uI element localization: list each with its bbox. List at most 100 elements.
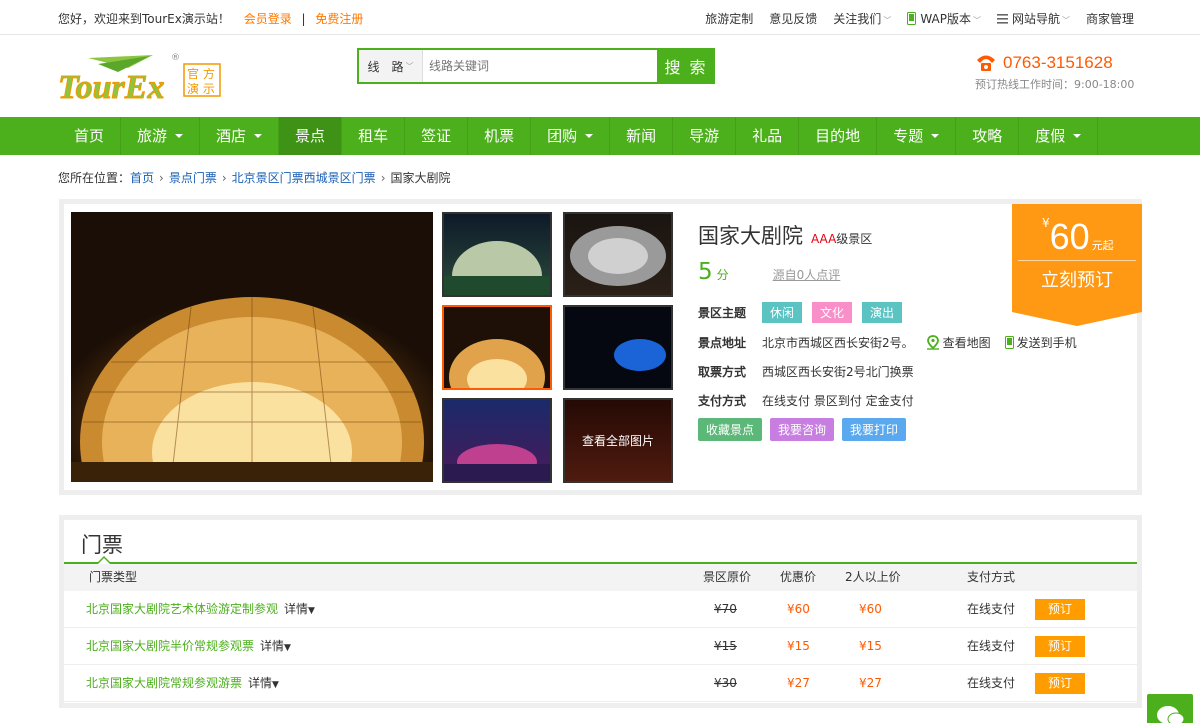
- rating: 5 分 源自0人点评: [698, 259, 840, 285]
- search-button[interactable]: 搜 索: [657, 48, 715, 84]
- nav-item-home[interactable]: 首页: [58, 117, 122, 155]
- ticket-name-link[interactable]: 北京国家大剧院艺术体验游定制参观: [86, 602, 278, 616]
- breadcrumb-arrow: ›: [380, 171, 386, 185]
- logo-badge-top: 官 方: [187, 66, 215, 81]
- nav-item-visa[interactable]: 签证: [405, 117, 469, 155]
- rating-unit: 分: [716, 268, 729, 282]
- nav-item-group-buy[interactable]: 团购: [531, 117, 611, 155]
- nav-label: 首页: [74, 127, 105, 145]
- breadcrumb-link-tickets[interactable]: 景点门票: [169, 171, 217, 185]
- breadcrumb-link-home[interactable]: 首页: [130, 171, 154, 185]
- nav-item-gifts[interactable]: 礼品: [736, 117, 800, 155]
- top-link-custom-travel[interactable]: 旅游定制: [705, 10, 753, 27]
- breadcrumb-arrow: ›: [159, 171, 164, 185]
- details-label: 详情: [284, 602, 309, 616]
- view-map-link[interactable]: 查看地图: [926, 334, 991, 351]
- print-button[interactable]: 我要打印: [842, 418, 907, 441]
- review-count-link[interactable]: 源自0人点评: [773, 266, 841, 283]
- photo-thumb-5[interactable]: [442, 398, 552, 483]
- nav-item-guide[interactable]: 导游: [673, 117, 737, 155]
- top-link-wap[interactable]: WAP版本 ﹀: [907, 10, 981, 27]
- chevron-down-icon: ﹀: [883, 16, 892, 25]
- photo-thumb-6-all[interactable]: 查看全部图片: [563, 398, 673, 483]
- nav-label: 攻略: [972, 127, 1003, 145]
- attraction-title: 国家大剧院: [698, 224, 803, 248]
- level-text: 级景区: [836, 232, 873, 246]
- photo-thumb-2[interactable]: [563, 212, 673, 297]
- col-header-discount: 优惠价: [780, 570, 817, 584]
- payment-value: 在线支付 景区到付 定金支付: [762, 394, 914, 408]
- top-link-follow-label: 关注我们: [833, 12, 882, 26]
- top-link-feedback[interactable]: 意见反馈: [769, 10, 817, 27]
- nav-label: 目的地: [815, 127, 861, 145]
- nav-label: 酒店: [216, 127, 247, 145]
- search-bar: 线 路 ﹀ 搜 索: [357, 48, 715, 84]
- nav-item-destinations[interactable]: 目的地: [799, 117, 878, 155]
- ribbon-divider: [1018, 260, 1136, 261]
- ticket-row: 北京国家大剧院常规参观游票 详情▼ ¥30 ¥27 ¥27 在线支付 预订: [64, 665, 1137, 702]
- theme-row: 景区主题 休闲 文化 演出: [698, 302, 912, 323]
- attraction-level: AAA级景区: [811, 230, 872, 247]
- nav-item-strategy[interactable]: 攻略: [956, 117, 1020, 155]
- nav-item-car-rental[interactable]: 租车: [342, 117, 406, 155]
- address-value: 北京市西城区西长安街2号。: [762, 336, 914, 350]
- register-link[interactable]: 免费注册: [315, 12, 363, 26]
- photo-thumb-4[interactable]: [563, 305, 673, 390]
- photo-thumb-3-selected[interactable]: [442, 305, 552, 390]
- nav-item-travel[interactable]: 旅游: [121, 117, 201, 155]
- ticket-name-link[interactable]: 北京国家大剧院半价常规参观票: [86, 639, 254, 653]
- ticket-details-toggle[interactable]: 详情▼: [260, 639, 291, 653]
- ticket-pay-method: 在线支付: [967, 602, 1016, 616]
- top-link-follow[interactable]: 关注我们 ﹀: [833, 10, 891, 27]
- nav-label: 租车: [358, 127, 389, 145]
- ribbon-tail: [1012, 312, 1142, 326]
- ticket-name-link[interactable]: 北京国家大剧院常规参观游票: [86, 676, 242, 690]
- photo-thumb-1[interactable]: [442, 212, 552, 297]
- top-link-sitemap[interactable]: 网站导航 ﹀: [996, 10, 1070, 27]
- consult-button[interactable]: 我要咨询: [770, 418, 835, 441]
- site-logo[interactable]: TourEx ® 官 方 演 示: [58, 50, 228, 107]
- hotline: 0763-3151628 预订热线工作时间：9:00-18:00: [975, 53, 1134, 92]
- logo-text: TourEx: [58, 69, 164, 105]
- ticket-details-toggle[interactable]: 详情▼: [248, 676, 279, 690]
- ticket-row: 北京国家大剧院半价常规参观票 详情▼ ¥15 ¥15 ¥15 在线支付 预订: [64, 628, 1137, 665]
- wechat-icon: [1157, 706, 1185, 726]
- ticket-group-price: ¥15: [859, 639, 882, 653]
- price-suffix: 元起: [1091, 239, 1114, 252]
- nav-item-topics[interactable]: 专题: [877, 117, 957, 155]
- caret-down-icon: ▼: [284, 643, 291, 653]
- price-value: 60: [1049, 216, 1090, 257]
- logo-badge-bottom: 演 示: [187, 81, 215, 96]
- login-link[interactable]: 会员登录: [244, 12, 292, 26]
- book-now-button[interactable]: 立刻预订: [1012, 266, 1142, 292]
- nav-item-vacation[interactable]: 度假: [1019, 117, 1099, 155]
- nav-item-hotel[interactable]: 酒店: [200, 117, 280, 155]
- rating-score: 5: [698, 259, 713, 285]
- caret-down-icon: [585, 134, 594, 138]
- header: TourEx ® 官 方 演 示 线 路 ﹀ 搜 索 0763-3151628 …: [0, 35, 1200, 117]
- search-category-select[interactable]: 线 路 ﹀: [359, 50, 423, 82]
- breadcrumb: 您所在位置：首页 › 景点门票 › 北京景区门票西城景区门票 › 国家大剧院: [58, 169, 451, 186]
- ticket-details-toggle[interactable]: 详情▼: [284, 602, 315, 616]
- logo-graphic: TourEx ® 官 方 演 示: [58, 53, 221, 107]
- wechat-float-button[interactable]: [1147, 694, 1193, 726]
- menu-icon: [996, 14, 1008, 24]
- breadcrumb-link-region[interactable]: 北京景区门票西城景区门票: [232, 171, 376, 185]
- top-link-merchant[interactable]: 商家管理: [1086, 10, 1134, 27]
- book-ticket-button[interactable]: 预订: [1035, 599, 1085, 620]
- send-to-phone-link[interactable]: 发送到手机: [1004, 334, 1077, 351]
- pickup-label: 取票方式: [698, 365, 747, 379]
- book-ticket-button[interactable]: 预订: [1035, 673, 1085, 694]
- pickup-row: 取票方式 西城区西长安街2号北门换票: [698, 363, 914, 380]
- search-input[interactable]: [423, 50, 657, 82]
- ticket-row: 北京国家大剧院艺术体验游定制参观 详情▼ ¥70 ¥60 ¥60 在线支付 预订: [64, 591, 1137, 628]
- caret-down-icon: [931, 134, 940, 138]
- nav-item-news[interactable]: 新闻: [610, 117, 674, 155]
- favorite-button[interactable]: 收藏景点: [698, 418, 763, 441]
- nav-item-attractions[interactable]: 景点: [279, 117, 343, 155]
- main-photo[interactable]: [71, 212, 433, 482]
- ticket-original-price: ¥15: [714, 639, 737, 653]
- book-ticket-button[interactable]: 预订: [1035, 636, 1085, 657]
- nav-item-flights[interactable]: 机票: [468, 117, 532, 155]
- view-all-photos[interactable]: 查看全部图片: [565, 400, 671, 481]
